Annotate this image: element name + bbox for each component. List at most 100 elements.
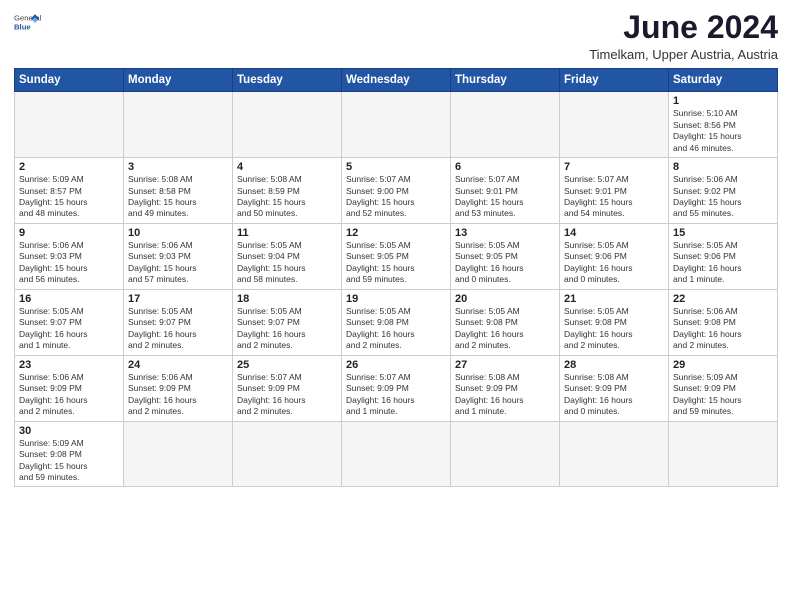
day-info: Sunrise: 5:06 AM Sunset: 9:03 PM Dayligh… (19, 240, 119, 286)
day-info: Sunrise: 5:06 AM Sunset: 9:08 PM Dayligh… (673, 306, 773, 352)
day-number: 29 (673, 359, 773, 371)
table-row: 10Sunrise: 5:06 AM Sunset: 9:03 PM Dayli… (124, 223, 233, 289)
header: General Blue June 2024 Timelkam, Upper A… (14, 10, 778, 62)
day-info: Sunrise: 5:05 AM Sunset: 9:04 PM Dayligh… (237, 240, 337, 286)
day-number: 2 (19, 161, 119, 173)
day-info: Sunrise: 5:09 AM Sunset: 8:57 PM Dayligh… (19, 174, 119, 220)
day-info: Sunrise: 5:06 AM Sunset: 9:02 PM Dayligh… (673, 174, 773, 220)
generalblue-icon: General Blue (14, 10, 42, 34)
table-row: 12Sunrise: 5:05 AM Sunset: 9:05 PM Dayli… (342, 223, 451, 289)
table-row: 18Sunrise: 5:05 AM Sunset: 9:07 PM Dayli… (233, 289, 342, 355)
table-row: 25Sunrise: 5:07 AM Sunset: 9:09 PM Dayli… (233, 355, 342, 421)
day-info: Sunrise: 5:05 AM Sunset: 9:05 PM Dayligh… (346, 240, 446, 286)
day-number: 20 (455, 293, 555, 305)
day-number: 9 (19, 227, 119, 239)
table-row: 1Sunrise: 5:10 AM Sunset: 8:56 PM Daylig… (669, 92, 778, 158)
table-row: 19Sunrise: 5:05 AM Sunset: 9:08 PM Dayli… (342, 289, 451, 355)
day-number: 1 (673, 95, 773, 107)
calendar-week-row: 23 Sunrise: 5:06 AM Sunset: 9:09 PM Dayli… (15, 355, 778, 421)
day-info: Sunrise: 5:07 AM Sunset: 9:01 PM Dayligh… (455, 174, 555, 220)
table-row: 17Sunrise: 5:05 AM Sunset: 9:07 PM Dayli… (124, 289, 233, 355)
day-number: 18 (237, 293, 337, 305)
table-row: 6Sunrise: 5:07 AM Sunset: 9:01 PM Daylig… (451, 158, 560, 224)
svg-text:Blue: Blue (14, 23, 31, 32)
table-row (342, 421, 451, 487)
day-number: 5 (346, 161, 446, 173)
day-number: 4 (237, 161, 337, 173)
calendar-week-row: 30Sunrise: 5:09 AM Sunset: 9:08 PM Dayli… (15, 421, 778, 487)
table-row (342, 92, 451, 158)
table-row: 29Sunrise: 5:09 AM Sunset: 9:09 PM Dayli… (669, 355, 778, 421)
col-friday: Friday (560, 69, 669, 92)
calendar-week-row: 2Sunrise: 5:09 AM Sunset: 8:57 PM Daylig… (15, 158, 778, 224)
table-row: 15Sunrise: 5:05 AM Sunset: 9:06 PM Dayli… (669, 223, 778, 289)
col-thursday: Thursday (451, 69, 560, 92)
day-info: Sunrise: 5:09 AM Sunset: 9:08 PM Dayligh… (19, 438, 119, 484)
day-info: Sunrise: 5:05 AM Sunset: 9:07 PM Dayligh… (237, 306, 337, 352)
day-number: 21 (564, 293, 664, 305)
calendar-week-row: 16Sunrise: 5:05 AM Sunset: 9:07 PM Dayli… (15, 289, 778, 355)
day-info: Sunrise: 5:05 AM Sunset: 9:08 PM Dayligh… (346, 306, 446, 352)
table-row: 27Sunrise: 5:08 AM Sunset: 9:09 PM Dayli… (451, 355, 560, 421)
table-row (451, 92, 560, 158)
day-number: 27 (455, 359, 555, 371)
day-number: 23 (19, 359, 119, 371)
table-row: 22Sunrise: 5:06 AM Sunset: 9:08 PM Dayli… (669, 289, 778, 355)
day-number: 14 (564, 227, 664, 239)
table-row (560, 92, 669, 158)
table-row: 24Sunrise: 5:06 AM Sunset: 9:09 PM Dayli… (124, 355, 233, 421)
day-number: 30 (19, 425, 119, 437)
day-number: 12 (346, 227, 446, 239)
day-info: Sunrise: 5:08 AM Sunset: 8:59 PM Dayligh… (237, 174, 337, 220)
title-area: June 2024 Timelkam, Upper Austria, Austr… (589, 10, 778, 62)
table-row (233, 421, 342, 487)
table-row (233, 92, 342, 158)
table-row (560, 421, 669, 487)
day-number: 26 (346, 359, 446, 371)
day-info: Sunrise: 5:05 AM Sunset: 9:06 PM Dayligh… (673, 240, 773, 286)
table-row: 3Sunrise: 5:08 AM Sunset: 8:58 PM Daylig… (124, 158, 233, 224)
table-row: 2Sunrise: 5:09 AM Sunset: 8:57 PM Daylig… (15, 158, 124, 224)
calendar-table: Sunday Monday Tuesday Wednesday Thursday… (14, 68, 778, 487)
col-sunday: Sunday (15, 69, 124, 92)
table-row: 9Sunrise: 5:06 AM Sunset: 9:03 PM Daylig… (15, 223, 124, 289)
day-number: 11 (237, 227, 337, 239)
table-row: 23Sunrise: 5:06 AM Sunset: 9:09 PM Dayli… (15, 355, 124, 421)
table-row: 11Sunrise: 5:05 AM Sunset: 9:04 PM Dayli… (233, 223, 342, 289)
day-number: 10 (128, 227, 228, 239)
table-row: 16Sunrise: 5:05 AM Sunset: 9:07 PM Dayli… (15, 289, 124, 355)
day-info: Sunrise: 5:05 AM Sunset: 9:07 PM Dayligh… (19, 306, 119, 352)
day-info: Sunrise: 5:05 AM Sunset: 9:05 PM Dayligh… (455, 240, 555, 286)
col-wednesday: Wednesday (342, 69, 451, 92)
day-number: 15 (673, 227, 773, 239)
table-row (124, 92, 233, 158)
day-number: 13 (455, 227, 555, 239)
day-number: 8 (673, 161, 773, 173)
day-number: 22 (673, 293, 773, 305)
table-row (669, 421, 778, 487)
day-number: 16 (19, 293, 119, 305)
day-info: Sunrise: 5:05 AM Sunset: 9:08 PM Dayligh… (455, 306, 555, 352)
table-row: 14Sunrise: 5:05 AM Sunset: 9:06 PM Dayli… (560, 223, 669, 289)
day-info: Sunrise: 5:08 AM Sunset: 8:58 PM Dayligh… (128, 174, 228, 220)
table-row (451, 421, 560, 487)
day-info: Sunrise: 5:07 AM Sunset: 9:01 PM Dayligh… (564, 174, 664, 220)
table-row: 20Sunrise: 5:05 AM Sunset: 9:08 PM Dayli… (451, 289, 560, 355)
day-info: Sunrise: 5:06 AM Sunset: 9:09 PM Dayligh… (128, 372, 228, 418)
table-row: 13Sunrise: 5:05 AM Sunset: 9:05 PM Dayli… (451, 223, 560, 289)
day-number: 19 (346, 293, 446, 305)
table-row: 7Sunrise: 5:07 AM Sunset: 9:01 PM Daylig… (560, 158, 669, 224)
col-tuesday: Tuesday (233, 69, 342, 92)
table-row: 4Sunrise: 5:08 AM Sunset: 8:59 PM Daylig… (233, 158, 342, 224)
table-row: 8Sunrise: 5:06 AM Sunset: 9:02 PM Daylig… (669, 158, 778, 224)
day-number: 17 (128, 293, 228, 305)
day-info: Sunrise: 5:05 AM Sunset: 9:06 PM Dayligh… (564, 240, 664, 286)
day-info: Sunrise: 5:06 AM Sunset: 9:03 PM Dayligh… (128, 240, 228, 286)
table-row: 26Sunrise: 5:07 AM Sunset: 9:09 PM Dayli… (342, 355, 451, 421)
day-info: Sunrise: 5:05 AM Sunset: 9:08 PM Dayligh… (564, 306, 664, 352)
table-row (124, 421, 233, 487)
table-row: 21Sunrise: 5:05 AM Sunset: 9:08 PM Dayli… (560, 289, 669, 355)
day-number: 25 (237, 359, 337, 371)
day-number: 28 (564, 359, 664, 371)
col-monday: Monday (124, 69, 233, 92)
